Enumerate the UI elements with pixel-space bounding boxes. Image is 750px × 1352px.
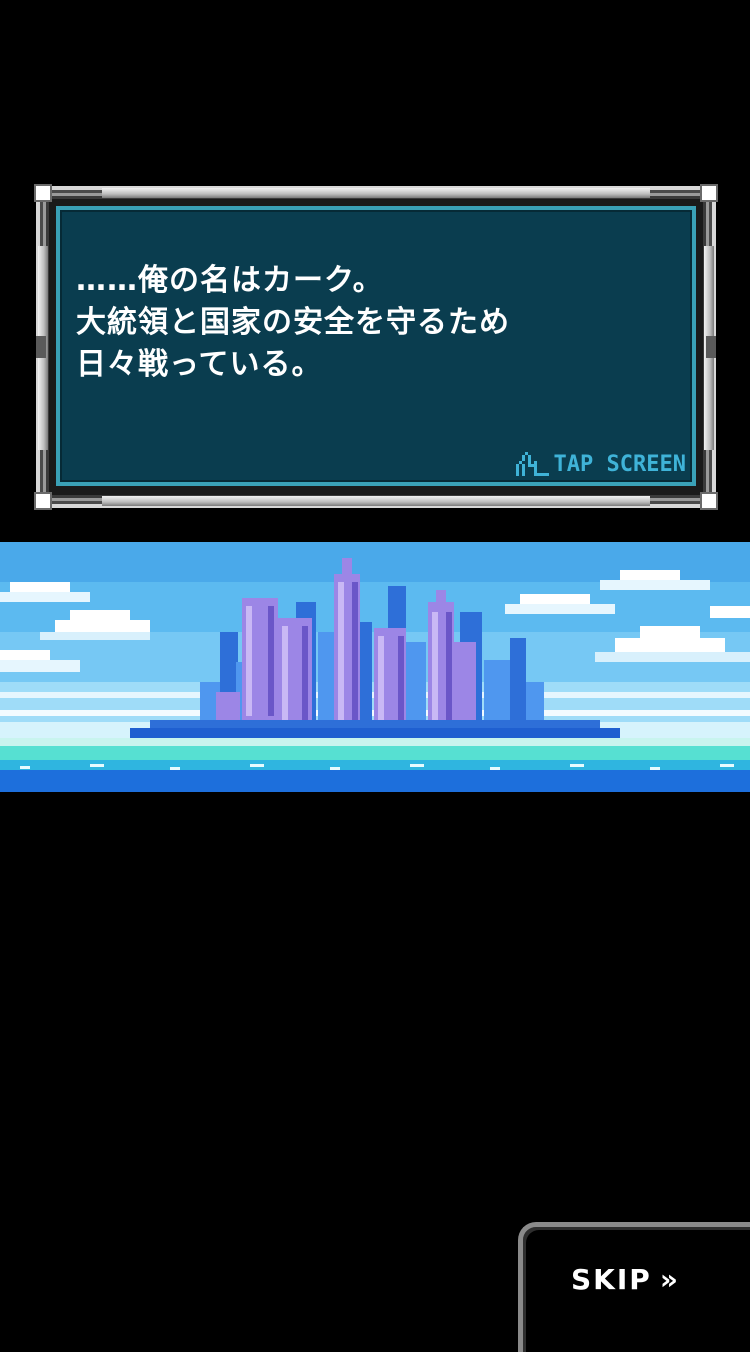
frame-corner	[34, 184, 52, 202]
tap-screen-hint[interactable]: TAP SCREEN	[514, 452, 686, 478]
dialog-line-1: ……俺の名はカーク。	[76, 263, 384, 298]
skip-button[interactable]: SKIP »	[518, 1222, 750, 1352]
frame-rail-top	[102, 188, 650, 198]
frame-corner	[700, 184, 718, 202]
skip-button-content: SKIP »	[571, 1263, 678, 1296]
frame-notch	[36, 336, 46, 358]
frame-corner	[700, 492, 718, 510]
dialog-box[interactable]: ……俺の名はカーク。 大統領と国家の安全を守るため 日々戦っている。 TAP S…	[34, 184, 718, 510]
dialog-line-3: 日々戦っている。	[76, 347, 323, 382]
frame-rail-bottom	[102, 496, 650, 506]
frame-corner	[34, 492, 52, 510]
dialog-panel: ……俺の名はカーク。 大統領と国家の安全を守るため 日々戦っている。 TAP S…	[56, 206, 696, 486]
city-skyline-scene	[0, 542, 750, 792]
city-skyline-illustration	[0, 542, 750, 792]
frame-notch	[706, 336, 716, 358]
skip-label: SKIP	[571, 1263, 652, 1296]
tap-hand-icon	[515, 452, 549, 476]
dialog-text: ……俺の名はカーク。 大統領と国家の安全を守るため 日々戦っている。	[76, 260, 676, 386]
double-chevron-right-icon: »	[659, 1263, 678, 1296]
tap-screen-label: TAP SCREEN	[553, 452, 686, 477]
dialog-line-2: 大統領と国家の安全を守るため	[76, 305, 510, 340]
